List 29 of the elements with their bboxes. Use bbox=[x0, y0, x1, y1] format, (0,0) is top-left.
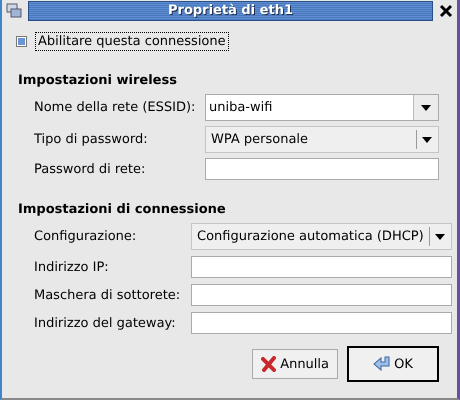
dropdown-arrow-icon[interactable] bbox=[421, 104, 431, 110]
cross-icon bbox=[261, 356, 278, 372]
cancel-button[interactable]: Annulla bbox=[252, 349, 338, 379]
field-label: Tipo di password: bbox=[34, 132, 149, 147]
field-label: Nome della rete (ESSID): bbox=[34, 100, 196, 115]
field-label: Indirizzo del gateway: bbox=[34, 316, 177, 330]
window-title: Proprietà di eth1 bbox=[28, 1, 433, 21]
section-heading: Impostazioni di connessione bbox=[18, 202, 227, 217]
input-field[interactable] bbox=[191, 256, 452, 278]
close-icon[interactable] bbox=[439, 4, 453, 18]
enable-checkbox[interactable]: Abilitare questa connessione bbox=[16, 32, 439, 51]
checkbox-label: Abilitare questa connessione bbox=[35, 32, 229, 51]
dropdown[interactable]: WPA personale bbox=[205, 126, 439, 153]
ok-button[interactable]: OK bbox=[347, 346, 439, 382]
dropdown[interactable]: Configurazione automatica (DHCP) bbox=[191, 223, 452, 250]
field-label: Indirizzo IP: bbox=[34, 260, 110, 274]
field-label: Password di rete: bbox=[34, 162, 146, 176]
field-label: Maschera di sottorete: bbox=[34, 288, 182, 302]
return-arrow-icon bbox=[373, 356, 392, 372]
input-field[interactable] bbox=[191, 312, 452, 334]
dropdown-arrow-icon bbox=[422, 136, 432, 142]
window-icon[interactable] bbox=[6, 3, 22, 19]
dropdown-arrow-icon bbox=[434, 234, 445, 240]
section-heading: Impostazioni wireless bbox=[18, 73, 178, 88]
input-field[interactable] bbox=[191, 284, 452, 306]
combo-entry[interactable]: uniba-wifi bbox=[205, 94, 439, 121]
input-field[interactable] bbox=[205, 158, 439, 180]
checkbox-box[interactable] bbox=[16, 36, 27, 47]
field-label: Configurazione: bbox=[34, 229, 138, 244]
